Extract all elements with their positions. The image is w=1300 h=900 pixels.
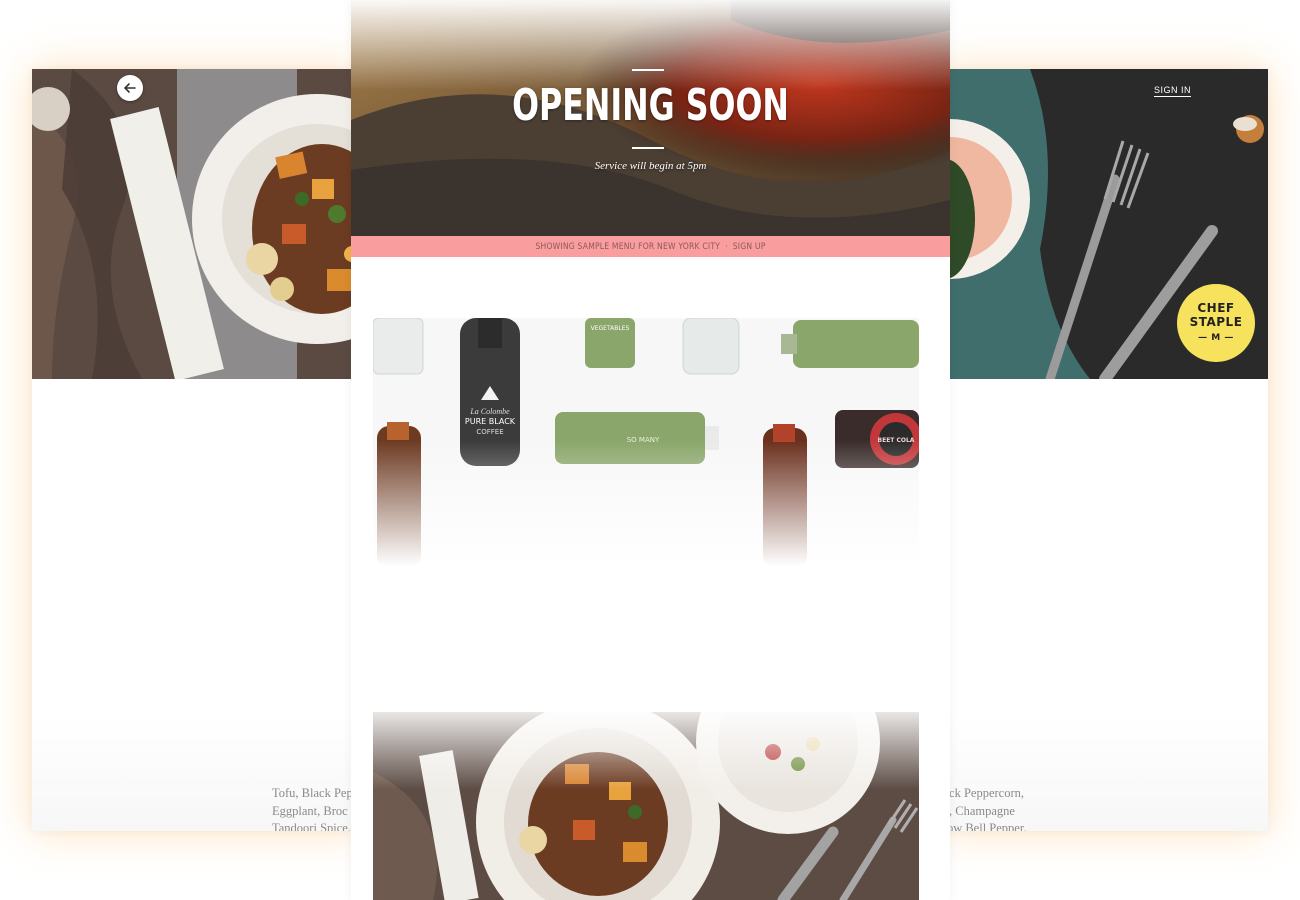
description-line: Eggplant, Broc <box>272 803 348 818</box>
description-line: llow Bell Pepper, <box>940 821 1027 831</box>
back-button[interactable] <box>117 75 143 101</box>
description-line: Tandoori Spice, . <box>272 821 358 831</box>
dish-description: Tofu, Black Pep Eggplant, Broc Tandoori … <box>272 785 357 831</box>
menu-page: OPENING SOON Service will begin at 5pm S… <box>351 0 950 900</box>
hero-fade <box>351 0 950 90</box>
food-photo-right: SIGN IN CHEF STAPLE — M — <box>940 69 1268 379</box>
title-rule-top <box>632 69 664 71</box>
bottle-label-text: La Colombe <box>469 407 510 416</box>
bottle-label-text: COFFEE <box>476 428 503 436</box>
description-line: ic, Champagne <box>940 803 1015 818</box>
title-rule-bottom <box>632 147 664 149</box>
bottle-label-text: PURE BLACK <box>465 417 516 426</box>
description-line: lack Peppercorn, <box>940 786 1024 800</box>
badge-line: CHEF <box>1197 301 1235 315</box>
sign-up-link[interactable]: SIGN UP <box>733 242 766 252</box>
dish-description: lack Peppercorn, ic, Champagne llow Bell… <box>940 785 1027 831</box>
page-title: OPENING SOON <box>512 80 789 131</box>
description-line: Tofu, Black Pep <box>272 786 353 800</box>
right-menu-card: SIGN IN CHEF STAPLE — M — lack Peppercor… <box>940 69 1268 831</box>
sample-menu-banner: SHOWING SAMPLE MENU FOR NEW YORK CITY · … <box>351 236 950 257</box>
badge-line: — M — <box>1198 333 1234 343</box>
badge-line: STAPLE <box>1189 315 1243 329</box>
chef-staple-badge: CHEF STAPLE — M — <box>1177 284 1255 362</box>
service-time: Service will begin at 5pm <box>594 160 707 172</box>
arrow-left-icon <box>124 83 136 93</box>
banner-text: SHOWING SAMPLE MENU FOR NEW YORK CITY <box>535 241 721 252</box>
banner-separator: · <box>725 241 728 252</box>
food-photo-left <box>32 69 362 379</box>
hero-banner: OPENING SOON Service will begin at 5pm <box>351 0 950 236</box>
drinks-fade <box>351 440 950 580</box>
left-menu-card: Tofu, Black Pep Eggplant, Broc Tandoori … <box>32 69 362 831</box>
bottle-label-text: VEGETABLES <box>591 325 630 332</box>
sign-in-link[interactable]: SIGN IN <box>1154 85 1192 97</box>
food-photo-fade <box>351 700 950 790</box>
